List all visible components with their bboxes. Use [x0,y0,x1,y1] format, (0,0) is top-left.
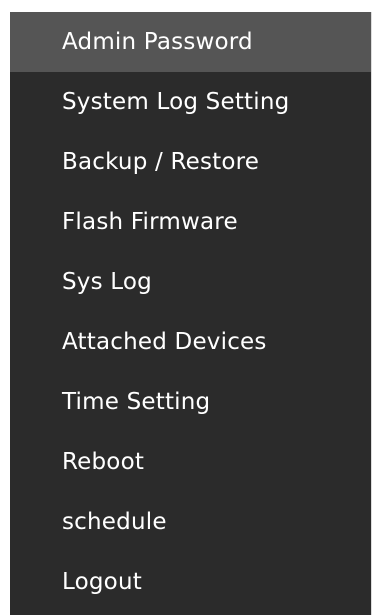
menu-item-label: Flash Firmware [62,209,238,235]
menu-item-label: Sys Log [62,269,152,295]
menu-item-schedule[interactable]: schedule [10,492,371,552]
page: Admin Password System Log Setting Backup… [0,0,387,615]
menu-item-time-setting[interactable]: Time Setting [10,372,371,432]
menu-item-label: Logout [62,569,142,595]
menu-item-label: Time Setting [62,389,211,415]
menu-item-reboot[interactable]: Reboot [10,432,371,492]
menu-item-logout[interactable]: Logout [10,552,371,612]
scrollbar-track[interactable] [371,12,376,615]
menu-item-label: schedule [62,509,167,535]
menu-item-label: Reboot [62,449,145,475]
menu-item-backup-restore[interactable]: Backup / Restore [10,132,371,192]
menu-item-label: Attached Devices [62,329,267,355]
menu-item-attached-devices[interactable]: Attached Devices [10,312,371,372]
settings-menu: Admin Password System Log Setting Backup… [10,12,371,615]
menu-item-label: System Log Setting [62,89,290,115]
menu-item-sys-log[interactable]: Sys Log [10,252,371,312]
menu-item-flash-firmware[interactable]: Flash Firmware [10,192,371,252]
menu-item-admin-password[interactable]: Admin Password [10,12,371,72]
menu-item-label: Admin Password [62,29,253,55]
menu-item-system-log-setting[interactable]: System Log Setting [10,72,371,132]
menu-item-label: Backup / Restore [62,149,260,175]
